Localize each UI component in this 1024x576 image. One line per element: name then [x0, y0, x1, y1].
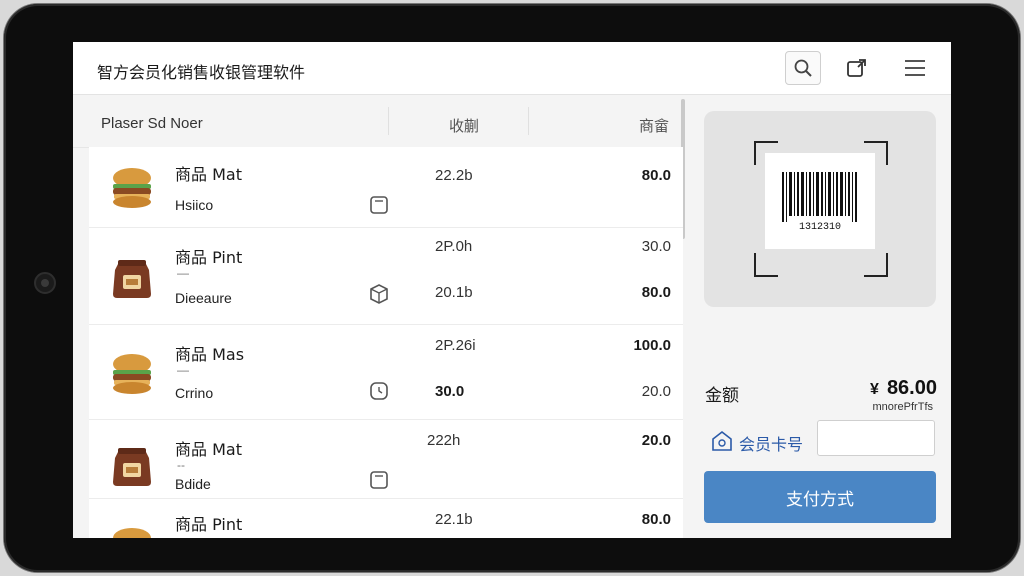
row-amount: 222h — [427, 432, 461, 449]
product-subtitle: Dieeaure — [175, 290, 232, 306]
product-subtitle: Bdide — [175, 476, 211, 492]
row-quantity: 20.0 — [641, 432, 671, 449]
scan-frame-corner — [754, 253, 778, 277]
checkout-panel: 1312310 金额 ¥86.00 mnorePfrTfs 会员卡号 支付方式 — [687, 95, 951, 538]
row-quantity: 30.0 — [641, 238, 671, 255]
table-row[interactable]: 商品 Pint — Dieeaure 2P.0h 20.1b 30.0 80.0 — [89, 228, 683, 325]
currency-icon: ¥ — [870, 381, 879, 398]
row-amount: 2P.26i — [435, 337, 476, 354]
sack-icon — [113, 260, 151, 298]
table-row[interactable]: 商品 Mat -- Bdide 222h 20.0 — [89, 420, 683, 499]
product-divider-mark: — — [177, 266, 189, 280]
table-row[interactable]: 商品 Pint 22.1b 80.0 — [89, 499, 683, 538]
product-divider-mark: -- — [177, 458, 185, 472]
sack-icon — [113, 448, 151, 486]
product-list: Plaser Sd Noer 收蒯 商畲 商品 Mat Hsiico 22.2b — [73, 95, 687, 538]
cube-icon[interactable] — [367, 468, 391, 492]
product-name: 商品 Pint — [175, 248, 243, 267]
payment-method-button[interactable]: 支付方式 — [704, 471, 936, 523]
burger-icon — [113, 168, 151, 208]
cube-icon[interactable] — [367, 193, 391, 217]
amount-number: 86.00 — [886, 377, 937, 399]
row-quantity: 80.0 — [641, 167, 671, 184]
table-row[interactable]: 商品 Mat Hsiico 22.2b 80.0 — [89, 147, 683, 228]
product-subtitle: Crrino — [175, 385, 214, 401]
product-name: 商品 Pint — [175, 515, 243, 534]
column-header-quantity[interactable]: 商畲 — [639, 115, 669, 136]
app-header: 智方会员化销售收银管理软件 — [73, 42, 951, 95]
table-row[interactable]: 商品 Mas — Crrino 2P.26i 30.0 100.0 20.0 — [89, 325, 683, 420]
table-header: Plaser Sd Noer 收蒯 商畲 — [73, 95, 683, 148]
product-divider-mark: — — [177, 363, 189, 377]
barcode-icon: 1312310 — [782, 172, 857, 232]
row-quantity: 100.0 — [633, 337, 671, 354]
box-icon[interactable] — [367, 282, 391, 306]
app-screen: 智方会员化销售收银管理软件 Plaser Sd Noer 收蒯 商畲 商品 Ma… — [73, 42, 951, 538]
column-divider — [528, 107, 529, 135]
scan-frame-corner — [864, 253, 888, 277]
product-name: 商品 Mat — [175, 440, 242, 459]
member-card-input[interactable] — [817, 420, 935, 456]
burger-icon — [113, 528, 151, 538]
camera-icon — [34, 272, 56, 294]
column-header-product[interactable]: Plaser Sd Noer — [101, 115, 203, 132]
burger-icon — [113, 354, 151, 394]
product-name: 商品 Mas — [175, 345, 245, 364]
member-card-icon — [712, 430, 732, 451]
barcode-image: 1312310 — [765, 153, 875, 249]
barcode-scanner[interactable]: 1312310 — [704, 111, 936, 307]
app-title: 智方会员化销售收银管理软件 — [97, 63, 306, 82]
barcode-number: 1312310 — [799, 222, 841, 232]
column-divider — [388, 107, 389, 135]
row-quantity: 80.0 — [641, 511, 671, 528]
member-card-label: 会员卡号 — [739, 435, 804, 454]
row-amount: 22.1b — [435, 511, 473, 528]
menu-icon — [905, 60, 925, 76]
row-amount: 2P.0h — [435, 238, 473, 255]
row-quantity-secondary: 80.0 — [641, 284, 671, 301]
column-header-amount[interactable]: 收蒯 — [449, 115, 479, 136]
row-amount-secondary: 30.0 — [435, 383, 465, 400]
share-icon — [847, 59, 866, 77]
row-amount-secondary: 20.1b — [435, 284, 473, 301]
search-button[interactable] — [785, 51, 821, 85]
amount-note: mnorePfrTfs — [872, 401, 933, 413]
menu-button[interactable] — [897, 51, 933, 85]
product-subtitle: Hsiico — [175, 197, 214, 213]
row-amount: 22.2b — [435, 167, 473, 184]
share-button[interactable] — [839, 51, 875, 85]
product-name: 商品 Mat — [175, 165, 242, 184]
amount-label: 金额 — [705, 386, 739, 406]
amount-value: ¥86.00 — [870, 377, 937, 400]
clock-icon[interactable] — [367, 379, 391, 403]
search-icon — [794, 59, 812, 77]
row-quantity-secondary: 20.0 — [641, 383, 671, 400]
